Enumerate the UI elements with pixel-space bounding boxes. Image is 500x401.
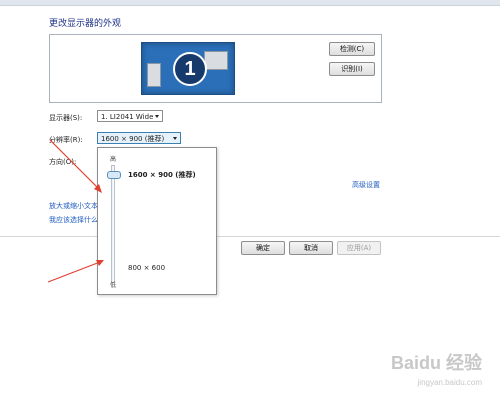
display-select[interactable]: 1. LI2041 Wide — [97, 110, 163, 122]
monitor-preview[interactable]: 1 — [141, 42, 235, 95]
slider-low-label: 低 — [110, 282, 117, 289]
detect-button[interactable]: 检测(C) — [329, 42, 375, 56]
cancel-button[interactable]: 取消 — [289, 241, 333, 255]
ok-button[interactable]: 确定 — [241, 241, 285, 255]
monitor-number-badge: 1 — [173, 52, 207, 86]
resolution-option-top[interactable]: 1600 × 900 (推荐) — [128, 170, 196, 180]
display-select-value: 1. LI2041 Wide — [101, 113, 154, 121]
display-label: 显示器(S): — [49, 114, 83, 122]
text-size-link[interactable]: 放大或缩小文本 — [49, 201, 98, 211]
advanced-settings-link[interactable]: 高级设置 — [352, 180, 380, 190]
slider-thumb[interactable] — [107, 171, 121, 179]
baidu-watermark-url: jingyan.baidu.com — [417, 378, 482, 387]
resolution-select[interactable]: 1600 × 900 (推荐) — [97, 132, 181, 144]
identify-button[interactable]: 识别(I) — [329, 62, 375, 76]
window-top-edge — [0, 0, 500, 6]
chevron-down-icon — [155, 115, 159, 118]
chevron-down-icon — [173, 137, 177, 140]
footer-divider — [0, 236, 500, 237]
apply-button[interactable]: 应用(A) — [337, 241, 381, 255]
computer-tower-icon — [147, 63, 161, 87]
which-settings-link[interactable]: 我应该选择什么 — [49, 215, 98, 225]
resolution-dropdown: 高 1600 × 900 (推荐) 800 × 600 低 — [97, 147, 217, 295]
slider-high-label: 高 — [110, 156, 117, 163]
resolution-slider[interactable] — [107, 165, 121, 283]
resolution-select-value: 1600 × 900 (推荐) — [101, 135, 165, 143]
page-title: 更改显示器的外观 — [49, 19, 122, 29]
resolution-option-bottom[interactable]: 800 × 600 — [128, 264, 165, 272]
baidu-watermark-logo: Baidu 经验 — [390, 353, 482, 373]
annotation-arrow-lower — [47, 260, 104, 283]
slider-track — [111, 165, 115, 283]
secondary-screen-icon — [204, 51, 228, 70]
annotation-arrow-upper — [49, 139, 102, 193]
